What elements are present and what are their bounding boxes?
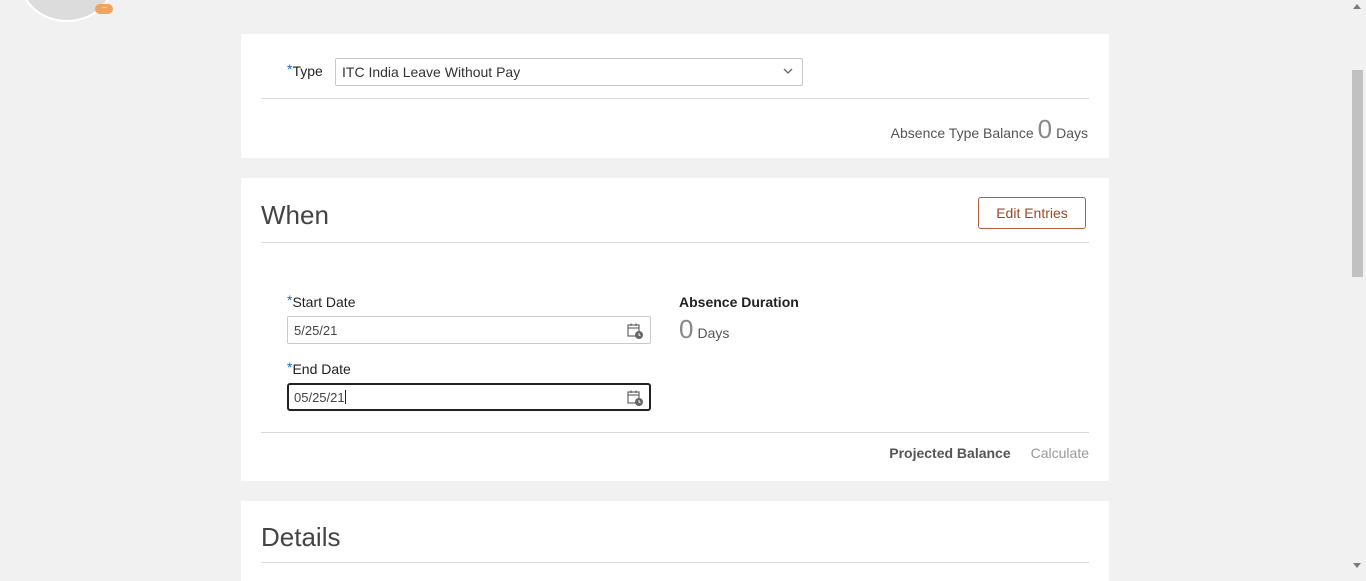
divider: [261, 242, 1089, 243]
end-date-label: *End Date: [287, 359, 351, 377]
start-date-input[interactable]: 5/25/21: [287, 316, 651, 344]
absence-duration: 0 Days: [679, 314, 729, 345]
vertical-scrollbar[interactable]: [1349, 0, 1366, 572]
required-mark: *: [287, 359, 293, 375]
avatar-badge: ···: [95, 4, 113, 14]
end-date-label-text: End Date: [292, 361, 351, 377]
duration-value: 0: [679, 314, 694, 344]
start-date-value: 5/25/21: [294, 323, 338, 338]
scroll-up-arrow-icon[interactable]: [1353, 4, 1361, 9]
edit-entries-button[interactable]: Edit Entries: [978, 197, 1086, 229]
calculate-link[interactable]: Calculate: [1031, 445, 1089, 461]
divider: [261, 432, 1089, 433]
required-mark: *: [287, 61, 293, 77]
type-select-value: ITC India Leave Without Pay: [342, 64, 521, 80]
details-title: Details: [261, 522, 341, 552]
type-field-label: *Type: [287, 61, 323, 81]
divider: [261, 562, 1089, 563]
balance-unit: Days: [1056, 125, 1088, 141]
when-card: When Edit Entries *Start Date 5/25/21 *E…: [241, 178, 1109, 481]
scrollbar-thumb[interactable]: [1352, 70, 1363, 277]
calendar-icon[interactable]: [626, 389, 644, 407]
type-label-text: Type: [292, 63, 323, 79]
text-caret: [344, 390, 346, 404]
end-date-value: 05/25/21: [294, 390, 345, 405]
scroll-down-arrow-icon[interactable]: [1353, 563, 1361, 568]
when-title: When: [261, 200, 329, 230]
start-date-label-text: Start Date: [292, 294, 356, 310]
duration-unit: Days: [697, 325, 730, 341]
required-mark: *: [287, 292, 293, 308]
balance-label: Absence Type Balance: [890, 125, 1034, 141]
absence-duration-label: Absence Duration: [679, 294, 799, 310]
absence-type-balance: Absence Type Balance 0 Days: [891, 114, 1088, 145]
chevron-down-icon: [783, 68, 793, 74]
divider: [261, 98, 1089, 99]
details-card: Details: [241, 501, 1109, 581]
end-date-input[interactable]: 05/25/21: [287, 383, 651, 411]
type-card: *Type ITC India Leave Without Pay Absenc…: [241, 34, 1109, 158]
start-date-label: *Start Date: [287, 292, 356, 310]
projected-balance-row: Projected Balance Calculate: [889, 445, 1089, 461]
type-select[interactable]: ITC India Leave Without Pay: [335, 58, 803, 86]
balance-value: 0: [1037, 114, 1053, 144]
projected-balance-label: Projected Balance: [889, 445, 1011, 461]
calendar-icon[interactable]: [626, 322, 644, 340]
